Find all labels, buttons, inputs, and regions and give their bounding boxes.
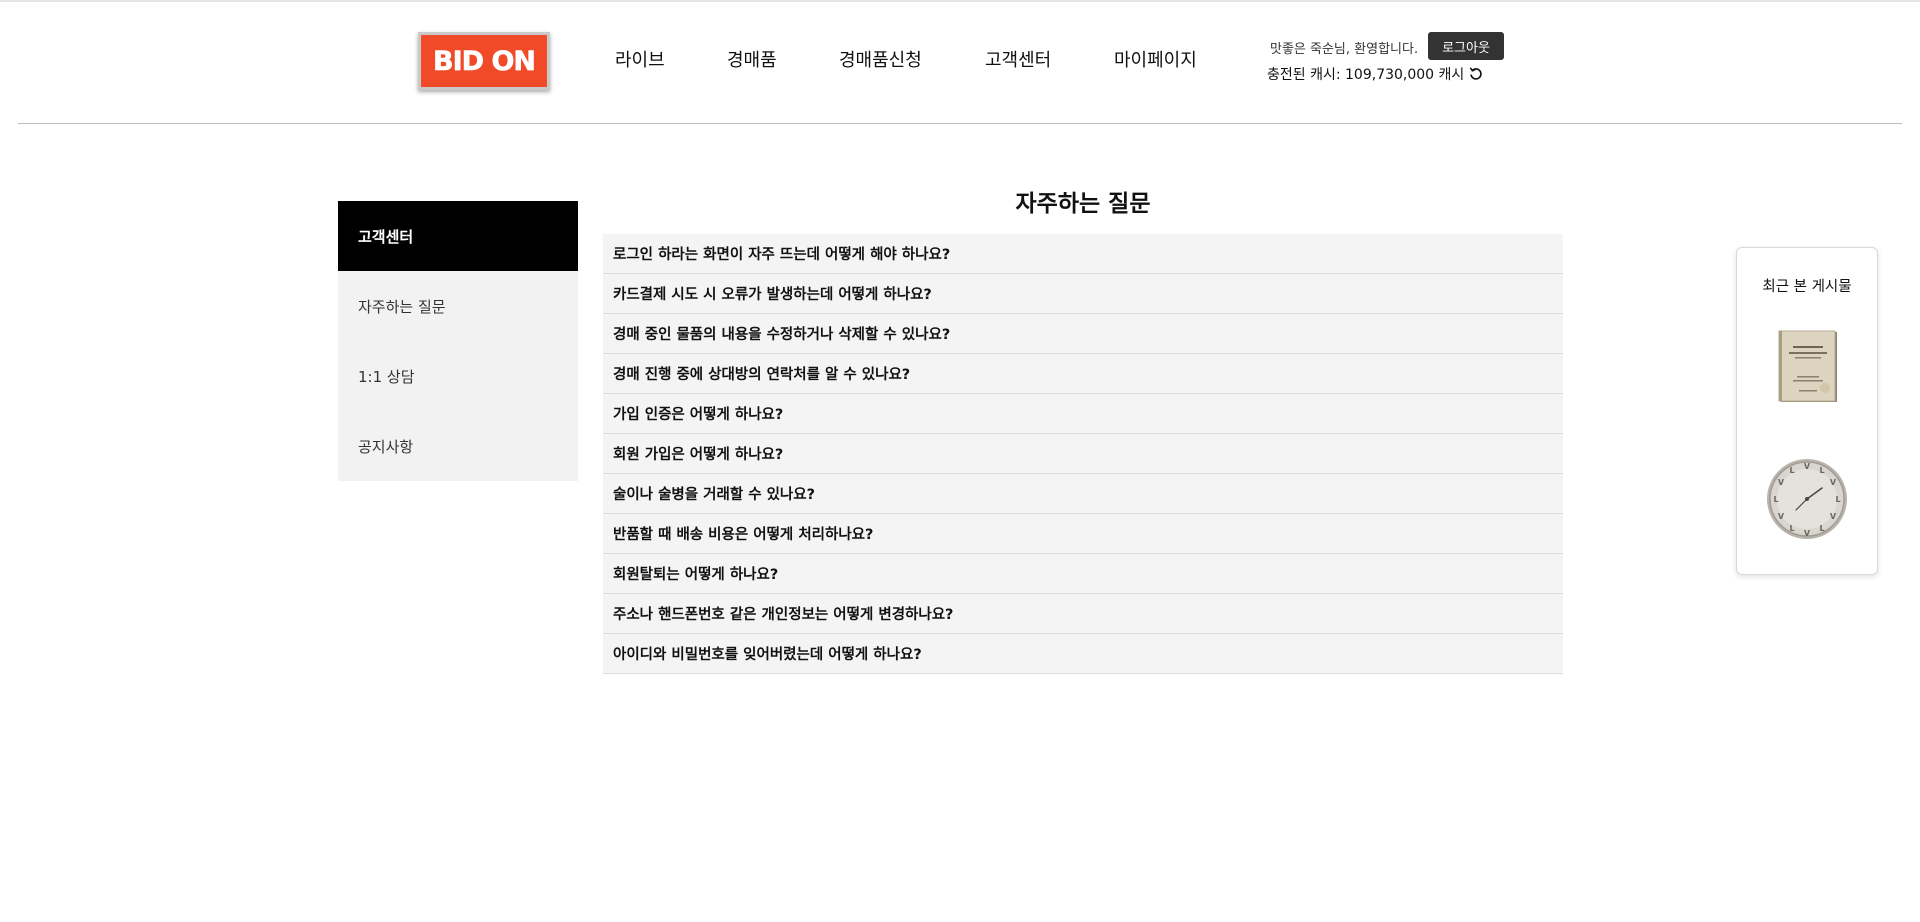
faq-item[interactable]: 반품할 때 배송 비용은 어떻게 처리하나요? (603, 514, 1563, 554)
faq-list: 로그인 하라는 화면이 자주 뜨는데 어떻게 해야 하나요? 카드결제 시도 시… (603, 234, 1563, 674)
top-border (0, 0, 1920, 2)
nav-mypage[interactable]: 마이페이지 (1114, 46, 1197, 72)
svg-text:L: L (1835, 495, 1840, 504)
svg-text:V: V (1830, 478, 1837, 487)
sidebar: 고객센터 자주하는 질문 1:1 상담 공지사항 (338, 201, 578, 481)
nav-item-request[interactable]: 경매품신청 (839, 46, 922, 72)
faq-item[interactable]: 경매 진행 중에 상대방의 연락처를 알 수 있나요? (603, 354, 1563, 394)
faq-question: 카드결제 시도 시 오류가 발생하는데 어떻게 하나요? (613, 287, 932, 303)
faq-question: 경매 진행 중에 상대방의 연락처를 알 수 있나요? (613, 367, 911, 383)
logo-text: BID ON (433, 45, 537, 77)
header-divider (18, 123, 1902, 124)
faq-item[interactable]: 경매 중인 물품의 내용을 수정하거나 삭제할 수 있나요? (603, 314, 1563, 354)
faq-question: 회원 가입은 어떻게 하나요? (613, 447, 784, 463)
cash-balance: 충전된 캐시: 109,730,000 캐시 (1267, 64, 1484, 84)
faq-question: 경매 중인 물품의 내용을 수정하거나 삭제할 수 있나요? (613, 327, 951, 343)
faq-question: 가입 인증은 어떻게 하나요? (613, 407, 784, 423)
refresh-icon[interactable] (1468, 66, 1484, 82)
book-thumbnail[interactable] (1775, 330, 1839, 404)
faq-question: 술이나 술병을 거래할 수 있나요? (613, 487, 816, 503)
faq-item[interactable]: 술이나 술병을 거래할 수 있나요? (603, 474, 1563, 514)
faq-question: 반품할 때 배송 비용은 어떻게 처리하나요? (613, 527, 874, 543)
clock-thumbnail[interactable]: V L V L V L V L V L V L (1766, 458, 1848, 540)
logout-button[interactable]: 로그아웃 (1428, 32, 1504, 60)
bidon-logo[interactable]: BID ON (418, 32, 550, 90)
sidebar-item-faq[interactable]: 자주하는 질문 (338, 271, 578, 341)
svg-text:V: V (1804, 462, 1811, 471)
faq-question: 회원탈퇴는 어떻게 하나요? (613, 567, 779, 583)
nav-auction-items[interactable]: 경매품 (727, 46, 777, 72)
nav-live[interactable]: 라이브 (615, 46, 665, 72)
faq-item[interactable]: 아이디와 비밀번호를 잊어버렸는데 어떻게 하나요? (603, 634, 1563, 674)
page-title: 자주하는 질문 (1015, 191, 1151, 217)
faq-item[interactable]: 회원탈퇴는 어떻게 하나요? (603, 554, 1563, 594)
svg-text:L: L (1789, 524, 1794, 533)
faq-question: 주소나 핸드폰번호 같은 개인정보는 어떻게 변경하나요? (613, 607, 954, 623)
faq-question: 아이디와 비밀번호를 잊어버렸는데 어떻게 하나요? (613, 647, 922, 663)
svg-text:L: L (1789, 466, 1794, 475)
recently-viewed-title: 최근 본 게시물 (1762, 279, 1852, 295)
svg-text:V: V (1778, 512, 1785, 521)
faq-item[interactable]: 주소나 핸드폰번호 같은 개인정보는 어떻게 변경하나요? (603, 594, 1563, 634)
faq-item[interactable]: 회원 가입은 어떻게 하나요? (603, 434, 1563, 474)
svg-text:V: V (1778, 478, 1785, 487)
faq-item[interactable]: 로그인 하라는 화면이 자주 뜨는데 어떻게 해야 하나요? (603, 234, 1563, 274)
sidebar-title: 고객센터 (338, 201, 578, 271)
svg-text:L: L (1819, 466, 1824, 475)
sidebar-item-notice[interactable]: 공지사항 (338, 411, 578, 481)
sidebar-item-inquiry[interactable]: 1:1 상담 (338, 341, 578, 411)
recently-viewed-panel: 최근 본 게시물 V L V L V L V L V L V L (1736, 247, 1878, 575)
svg-text:L: L (1819, 524, 1824, 533)
faq-question: 로그인 하라는 화면이 자주 뜨는데 어떻게 해야 하나요? (613, 247, 951, 263)
user-info: 맛좋은 죽순님, 환영합니다. 로그아웃 충전된 캐시: 109,730,000… (1260, 32, 1520, 88)
welcome-text: 맛좋은 죽순님, 환영합니다. (1270, 42, 1419, 57)
faq-item[interactable]: 카드결제 시도 시 오류가 발생하는데 어떻게 하나요? (603, 274, 1563, 314)
nav-customer-center[interactable]: 고객센터 (985, 46, 1051, 72)
cash-text: 충전된 캐시: 109,730,000 캐시 (1267, 67, 1465, 83)
faq-item[interactable]: 가입 인증은 어떻게 하나요? (603, 394, 1563, 434)
svg-text:V: V (1830, 512, 1837, 521)
svg-text:V: V (1804, 529, 1811, 538)
svg-text:L: L (1773, 495, 1778, 504)
